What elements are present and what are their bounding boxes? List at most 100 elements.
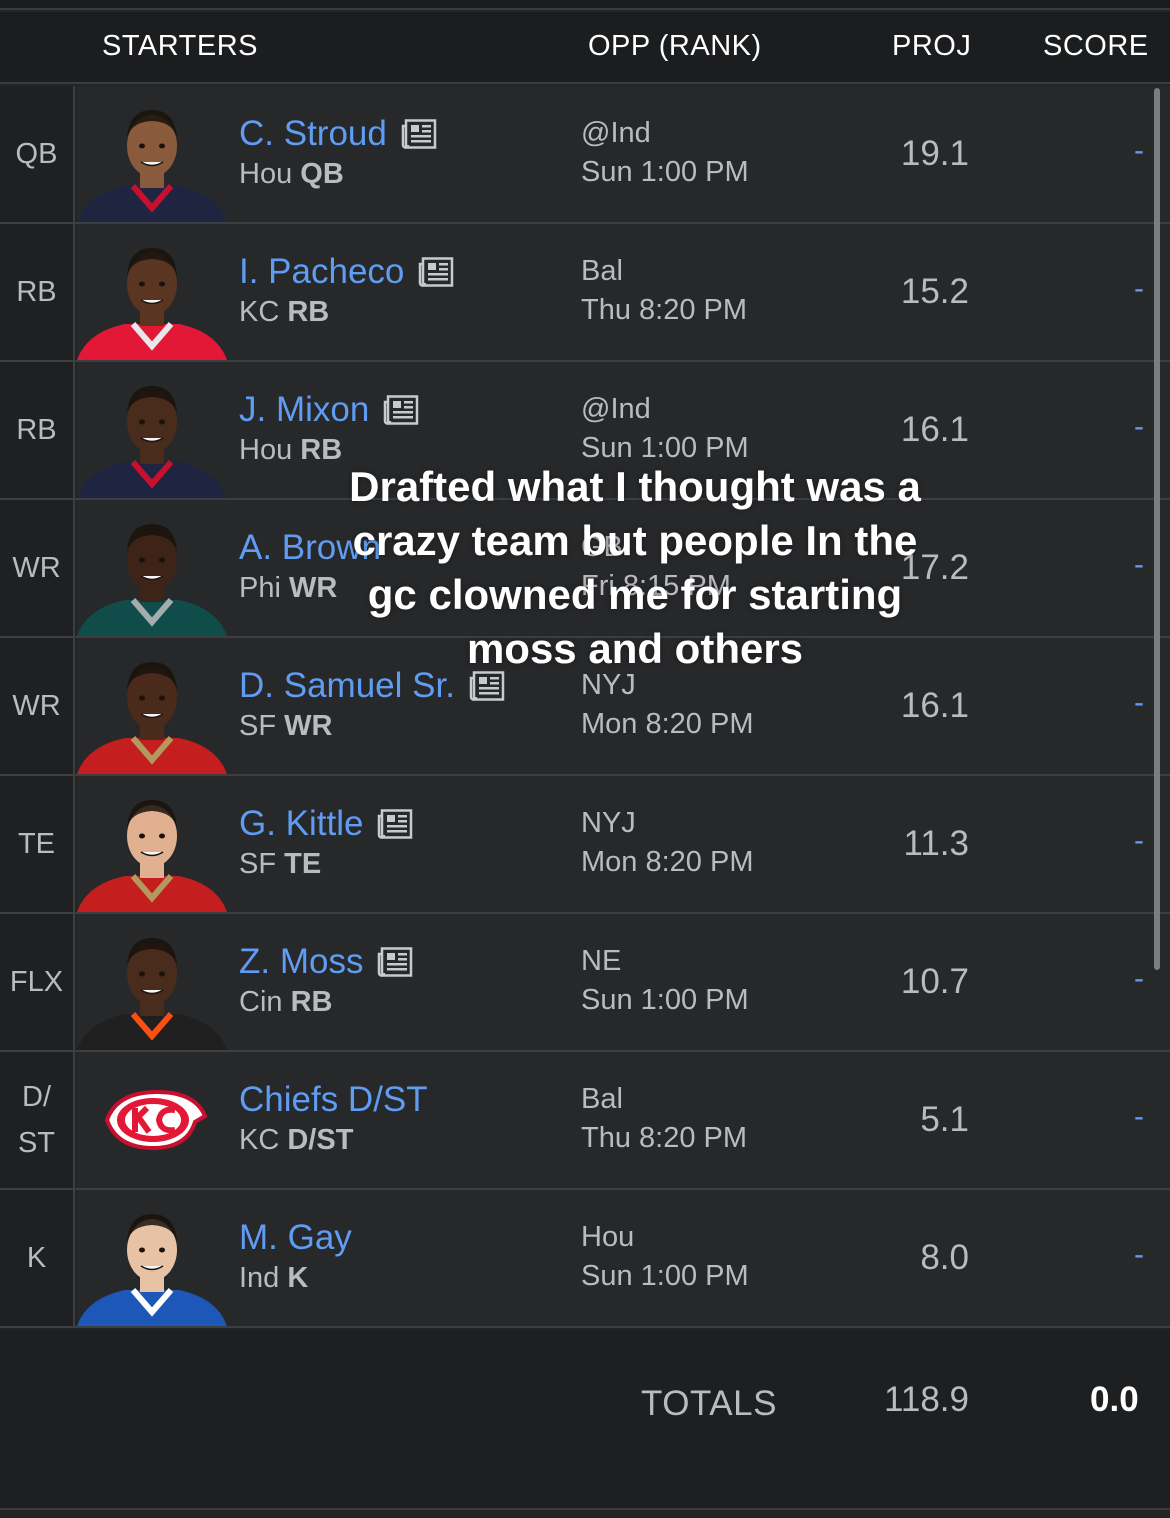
player-headshot[interactable] — [77, 500, 227, 636]
projected-points: 19.1 — [900, 134, 969, 173]
top-divider — [0, 0, 1170, 10]
score-value: - — [1134, 962, 1144, 995]
opponent: Bal — [581, 1083, 623, 1115]
totals-label: TOTALS — [641, 1384, 777, 1423]
slot-label: FLX — [0, 914, 75, 1050]
projected-points: 16.1 — [900, 410, 969, 449]
game-time: Mon 8:20 PM — [581, 846, 754, 878]
slot-label: TE — [0, 776, 75, 912]
player-name-link[interactable]: Z. Moss — [239, 942, 363, 981]
player-name-link[interactable]: G. Kittle — [239, 804, 363, 843]
player-row[interactable]: FLX Z. Moss Cin RB NE Sun 1:00 PM 10.7 - — [0, 914, 1170, 1052]
opponent: NYJ — [581, 807, 636, 839]
player-name-link[interactable]: M. Gay — [239, 1218, 352, 1257]
slot-label: RB — [0, 362, 75, 498]
starters-list: QB C. Stroud Hou QB @Ind Sun 1:00 PM 19.1- RB I… — [0, 86, 1170, 1328]
game-time: Sun 1:00 PM — [581, 1260, 749, 1292]
totals-bar: TOTALS 118.9 0.0 — [0, 1330, 1170, 1510]
player-card[interactable]: C. Stroud Hou QB @Ind Sun 1:00 PM 19.1 - — [77, 86, 1170, 222]
team-position: SF TE — [239, 848, 321, 881]
scrollbar[interactable] — [1154, 88, 1160, 970]
opponent: NE — [581, 945, 622, 977]
player-row[interactable]: TE G. Kittle SF TE NYJ Mon 8:20 PM 11.3 - — [0, 776, 1170, 914]
player-headshot[interactable] — [77, 362, 227, 498]
news-icon[interactable] — [377, 809, 413, 839]
team-position: Cin RB — [239, 986, 332, 1019]
team-position: Ind K — [239, 1262, 308, 1295]
player-headshot[interactable] — [77, 86, 227, 222]
projected-points: 8.0 — [920, 1238, 969, 1277]
position: QB — [300, 158, 344, 190]
team-abbr: SF — [239, 710, 277, 742]
position: RB — [287, 296, 330, 328]
player-headshot[interactable] — [77, 638, 227, 774]
projected-points: 5.1 — [920, 1100, 969, 1139]
team-position: KC D/ST — [239, 1124, 353, 1157]
player-headshot[interactable] — [77, 914, 227, 1050]
news-icon[interactable] — [377, 947, 413, 977]
game-time: Thu 8:20 PM — [581, 1122, 748, 1154]
position: WR — [284, 710, 333, 742]
slot-label: WR — [0, 500, 75, 636]
player-row[interactable]: RB I. Pacheco KC RB Bal Thu 8:20 PM 15.2 - — [0, 224, 1170, 362]
header-proj: PROJ — [892, 30, 972, 62]
projected-points: 10.7 — [900, 962, 969, 1001]
team-abbr: Cin — [239, 986, 283, 1018]
player-name-link[interactable]: Chiefs D/ST — [239, 1080, 428, 1119]
score-value: - — [1134, 548, 1144, 581]
totals-score: 0.0 — [1090, 1380, 1139, 1419]
game-time: Sun 1:00 PM — [581, 984, 749, 1016]
team-abbr: Hou — [239, 434, 293, 466]
team-abbr: SF — [239, 848, 277, 880]
news-icon[interactable] — [418, 257, 454, 287]
player-card[interactable]: Chiefs D/ST KC D/ST Bal Thu 8:20 PM 5.1 - — [77, 1052, 1170, 1188]
player-row[interactable]: QB C. Stroud Hou QB @Ind Sun 1:00 PM 19.1 - — [0, 86, 1170, 224]
player-headshot[interactable] — [77, 1190, 227, 1326]
slot-label: D/ST — [0, 1052, 75, 1188]
player-name-link[interactable]: C. Stroud — [239, 114, 387, 153]
game-time: Sun 1:00 PM — [581, 156, 749, 188]
slot-label: WR — [0, 638, 75, 774]
player-card[interactable]: G. Kittle SF TE NYJ Mon 8:20 PM 11.3 - — [77, 776, 1170, 912]
position: TE — [284, 848, 322, 880]
team-position: Hou QB — [239, 158, 344, 191]
player-headshot[interactable] — [77, 776, 227, 912]
totals-proj: 118.9 — [884, 1380, 969, 1419]
game-time: Thu 8:20 PM — [581, 294, 748, 326]
opponent: Hou — [581, 1221, 635, 1253]
team-abbr: KC — [239, 1124, 280, 1156]
player-name-link[interactable]: I. Pacheco — [239, 252, 404, 291]
overlay-caption: Drafted what I thought was a crazy team … — [349, 463, 921, 672]
team-abbr: Hou — [239, 158, 293, 190]
opponent: Bal — [581, 255, 623, 287]
player-card[interactable]: M. Gay Ind K Hou Sun 1:00 PM 8.0 - — [77, 1190, 1170, 1326]
player-row[interactable]: K M. Gay Ind K Hou Sun 1:00 PM 8.0 - — [0, 1190, 1170, 1328]
projected-points: 16.1 — [900, 686, 969, 725]
score-value: - — [1134, 1100, 1144, 1133]
player-row[interactable]: D/ST Chiefs D/ST KC D/ST Bal Thu 8:20 PM 5.1 - — [0, 1052, 1170, 1190]
opponent: @Ind — [581, 393, 651, 425]
slot-label: RB — [0, 224, 75, 360]
position: D/ST — [287, 1124, 354, 1156]
team-logo[interactable] — [77, 1052, 227, 1188]
player-card[interactable]: I. Pacheco KC RB Bal Thu 8:20 PM 15.2 - — [77, 224, 1170, 360]
slot-label: K — [0, 1190, 75, 1326]
team-abbr: KC — [239, 296, 280, 328]
news-icon[interactable] — [401, 119, 437, 149]
lineup-header: STARTERS OPP (RANK) PROJ SCORE — [0, 12, 1170, 84]
header-score: SCORE — [1043, 30, 1149, 62]
player-card[interactable]: Z. Moss Cin RB NE Sun 1:00 PM 10.7 - — [77, 914, 1170, 1050]
team-position: SF WR — [239, 710, 332, 743]
position: RB — [290, 986, 333, 1018]
score-value: - — [1134, 272, 1144, 305]
team-position: KC RB — [239, 296, 329, 329]
news-icon[interactable] — [383, 395, 419, 425]
projected-points: 15.2 — [900, 272, 969, 311]
team-position: Phi WR — [239, 572, 337, 605]
player-name-link[interactable]: J. Mixon — [239, 390, 369, 429]
score-value: - — [1134, 410, 1144, 443]
team-position: Hou RB — [239, 434, 342, 467]
team-abbr: Ind — [239, 1262, 280, 1294]
opponent: @Ind — [581, 117, 651, 149]
player-headshot[interactable] — [77, 224, 227, 360]
